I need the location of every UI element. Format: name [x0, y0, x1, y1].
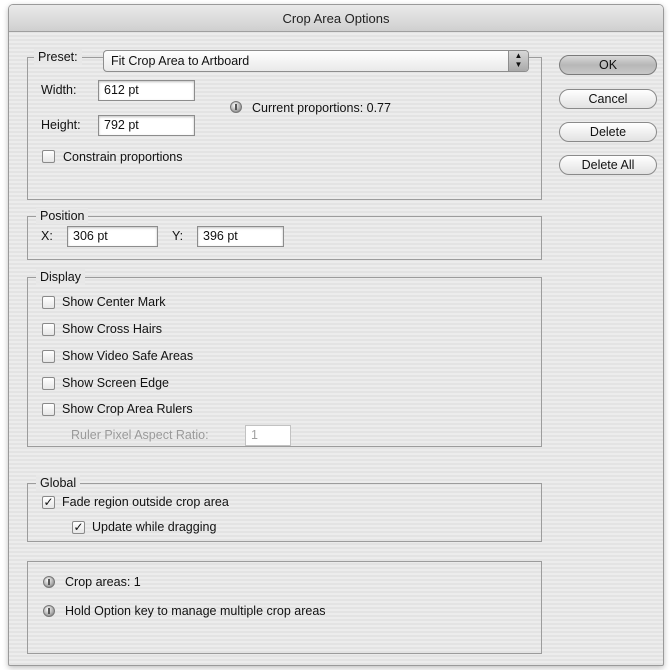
x-field[interactable]: 306 pt [67, 226, 158, 247]
constrain-proportions-checkbox[interactable] [42, 150, 55, 163]
display-legend: Display [36, 269, 85, 285]
show-center-mark-label: Show Center Mark [62, 295, 166, 309]
show-center-mark-checkbox[interactable] [42, 296, 55, 309]
cancel-button[interactable]: Cancel [559, 89, 657, 109]
x-label: X: [41, 229, 53, 243]
show-screen-edge-label: Show Screen Edge [62, 376, 170, 390]
show-screen-edge-checkbox[interactable] [42, 377, 55, 390]
stepper-arrows-icon: ▲ ▼ [508, 51, 528, 71]
height-field[interactable]: 792 pt [98, 115, 195, 136]
show-crop-area-rulers-checkbox[interactable] [42, 403, 55, 416]
show-video-safe-areas-label: Show Video Safe Areas [62, 349, 194, 363]
update-while-dragging-checkbox[interactable]: ✓ [72, 521, 85, 534]
show-video-safe-areas-checkbox[interactable] [42, 350, 55, 363]
info-icon [230, 101, 242, 113]
info-icon [43, 605, 55, 617]
ok-button[interactable]: OK [559, 55, 657, 75]
crop-areas-count: Crop areas: 1 [65, 575, 141, 589]
checkmark-icon: ✓ [43, 495, 54, 509]
fade-region-checkbox[interactable]: ✓ [42, 496, 55, 509]
fade-region-label: Fade region outside crop area [62, 495, 229, 509]
current-proportions-text: Current proportions: 0.77 [252, 101, 391, 115]
constrain-proportions-label: Constrain proportions [63, 150, 183, 164]
global-legend: Global [36, 475, 81, 491]
crop-area-options-dialog: Crop Area Options Preset: Fit Crop Area … [8, 4, 664, 666]
ruler-pixel-aspect-ratio-field: 1 [245, 425, 291, 446]
show-crop-area-rulers-label: Show Crop Area Rulers [62, 402, 193, 416]
ruler-pixel-aspect-ratio-label: Ruler Pixel Aspect Ratio: [71, 428, 209, 442]
preset-selected-value: Fit Crop Area to Artboard [111, 54, 250, 68]
position-legend: Position [36, 208, 89, 224]
show-cross-hairs-checkbox[interactable] [42, 323, 55, 336]
hold-option-hint: Hold Option key to manage multiple crop … [65, 604, 326, 618]
update-while-dragging-label: Update while dragging [92, 520, 217, 534]
preset-select[interactable]: Fit Crop Area to Artboard ▲ ▼ [103, 50, 529, 72]
delete-button[interactable]: Delete [559, 122, 657, 142]
width-field[interactable]: 612 pt [98, 80, 195, 101]
show-cross-hairs-label: Show Cross Hairs [62, 322, 163, 336]
checkmark-icon: ✓ [73, 520, 84, 534]
info-icon [43, 576, 55, 588]
height-label: Height: [41, 118, 81, 132]
dialog-title: Crop Area Options [9, 5, 663, 32]
preset-legend: Preset: [34, 49, 82, 65]
preset-label: Preset: [38, 50, 78, 64]
y-label: Y: [172, 229, 184, 243]
y-field[interactable]: 396 pt [197, 226, 284, 247]
width-label: Width: [41, 83, 77, 97]
delete-all-button[interactable]: Delete All [559, 155, 657, 175]
